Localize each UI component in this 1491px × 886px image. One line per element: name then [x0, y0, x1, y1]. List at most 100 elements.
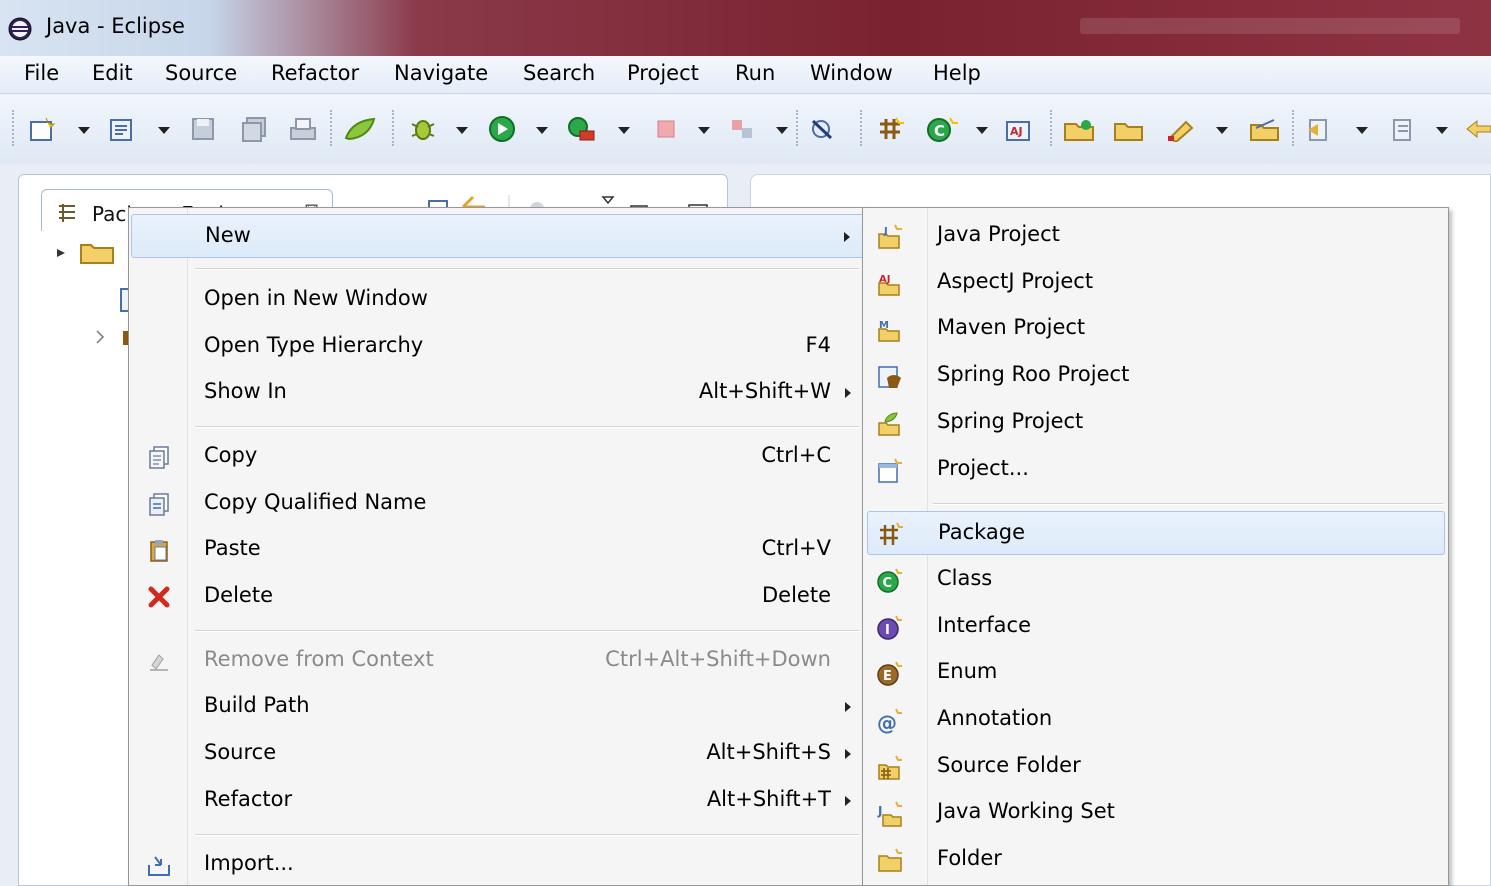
view-menu-icon[interactable] [601, 196, 615, 205]
menu-item-label: Remove from Context [204, 647, 434, 671]
new-aspect-icon[interactable]: AJ [1004, 116, 1038, 142]
new-wizard-icon[interactable] [28, 116, 56, 142]
next-annotation-icon[interactable] [1304, 116, 1336, 142]
project-tree-node[interactable] [55, 239, 115, 265]
copy-icon [149, 446, 169, 469]
back-icon[interactable] [1464, 116, 1491, 142]
menu-help[interactable]: Help [931, 61, 983, 85]
menu-item-label: Package [938, 520, 1026, 544]
menu-project[interactable]: Project [625, 61, 701, 85]
menu-navigate[interactable]: Navigate [392, 61, 490, 85]
expanded-arrow-icon [57, 249, 65, 257]
toolbar-separator [330, 110, 332, 146]
menu-item-label: Spring Roo Project [937, 362, 1130, 386]
spring-roo-project-icon [878, 366, 901, 388]
toolbar: C AJ [0, 94, 1491, 164]
context-menu-item-import[interactable]: Import... [131, 843, 865, 886]
context-menu: New Open in New Window Open Type Hierarc… [128, 207, 868, 886]
svg-text:AJ: AJ [1010, 125, 1023, 138]
context-menu-item-source[interactable]: Source Alt+Shift+S [131, 732, 865, 776]
submenu-arrow-icon [845, 749, 851, 759]
toolbar-separator [1050, 110, 1052, 146]
previous-annotation-dropdown-icon[interactable] [1436, 127, 1448, 134]
menu-item-shortcut: Alt+Shift+W [698, 379, 831, 403]
menu-item-label: Project... [937, 456, 1029, 480]
menu-edit[interactable]: Edit [90, 61, 135, 85]
toolbar-separator [392, 110, 394, 146]
open-task-icon[interactable] [1248, 116, 1282, 142]
debug-icon[interactable] [408, 116, 438, 142]
new-class-dropdown-icon[interactable] [976, 127, 988, 134]
submenu-item-package[interactable]: Package [867, 511, 1445, 555]
context-menu-item-open-in-new-window[interactable]: Open in New Window [131, 278, 865, 322]
previous-annotation-icon[interactable] [1388, 116, 1420, 142]
menu-item-label: Source Folder [937, 753, 1081, 777]
terminate-dropdown-icon[interactable] [698, 127, 710, 134]
menu-item-label: Open Type Hierarchy [204, 333, 424, 357]
pen-tool-icon[interactable] [1164, 116, 1200, 142]
connect-dropdown-icon[interactable] [776, 127, 788, 134]
submenu-item-aspectj-project[interactable]: AJ AspectJ Project [867, 261, 1445, 305]
context-menu-item-refactor[interactable]: Refactor Alt+Shift+T [131, 779, 865, 823]
submenu-item-java-working-set[interactable]: J Java Working Set [867, 791, 1445, 835]
skip-breakpoints-icon[interactable] [808, 116, 838, 142]
svg-text:C: C [934, 122, 945, 140]
context-menu-item-copy-qualified-name[interactable]: Copy Qualified Name [131, 482, 865, 526]
external-tools-dropdown-icon[interactable] [618, 127, 630, 134]
new-java-package-icon[interactable] [876, 116, 906, 142]
menu-item-shortcut: Ctrl+Alt+Shift+Down [605, 647, 831, 671]
menu-item-label: Folder [937, 846, 1002, 870]
context-menu-item-delete[interactable]: Delete Delete [131, 575, 865, 619]
submenu-item-interface[interactable]: I Interface [867, 605, 1445, 649]
terminate-icon[interactable] [654, 116, 680, 142]
menu-item-shortcut: Alt+Shift+S [706, 740, 831, 764]
next-annotation-dropdown-icon[interactable] [1356, 127, 1368, 134]
new-java-class-icon[interactable]: C [926, 116, 958, 142]
pen-dropdown-icon[interactable] [1216, 127, 1228, 134]
project-icon [878, 458, 902, 483]
new-java-project-icon[interactable] [108, 116, 136, 142]
context-menu-item-new[interactable]: New [131, 214, 865, 258]
menu-run[interactable]: Run [733, 61, 777, 85]
context-menu-item-paste[interactable]: Paste Ctrl+V [131, 528, 865, 572]
print-icon[interactable] [288, 116, 318, 142]
remove-from-context-icon [150, 654, 168, 671]
menu-window[interactable]: Window [808, 61, 895, 85]
context-menu-item-build-path[interactable]: Build Path [131, 685, 865, 729]
open-type-icon[interactable] [1062, 116, 1098, 142]
save-all-icon[interactable] [240, 116, 268, 142]
context-menu-item-copy[interactable]: Copy Ctrl+C [131, 435, 865, 479]
spring-project-icon [878, 412, 900, 436]
run-external-tools-icon[interactable] [566, 116, 600, 142]
submenu-item-project[interactable]: Project... [867, 448, 1445, 492]
menu-item-label: Copy Qualified Name [204, 490, 427, 514]
context-menu-item-open-type-hierarchy[interactable]: Open Type Hierarchy F4 [131, 325, 865, 369]
submenu-item-maven-project[interactable]: M Maven Project [867, 307, 1445, 351]
save-icon[interactable] [190, 116, 216, 142]
context-menu-item-show-in[interactable]: Show In Alt+Shift+W [131, 371, 865, 415]
menu-refactor[interactable]: Refactor [269, 61, 361, 85]
spring-leaf-icon[interactable] [343, 116, 377, 142]
enum-icon: E [877, 661, 902, 686]
new-dropdown-icon[interactable] [78, 127, 90, 134]
submenu-item-folder[interactable]: Folder [867, 838, 1445, 882]
menu-source[interactable]: Source [163, 61, 239, 85]
submenu-item-source-folder[interactable]: Source Folder [867, 745, 1445, 789]
debug-dropdown-icon[interactable] [456, 127, 468, 134]
submenu-item-spring-roo-project[interactable]: Spring Roo Project [867, 354, 1445, 398]
submenu-item-class[interactable]: C Class [867, 558, 1445, 602]
submenu-item-annotation[interactable]: @ Annotation [867, 698, 1445, 742]
menu-search[interactable]: Search [521, 61, 597, 85]
submenu-item-spring-project[interactable]: Spring Project [867, 401, 1445, 445]
new-java-project-dropdown-icon[interactable] [158, 127, 170, 134]
open-folder-icon[interactable] [1112, 116, 1146, 142]
menu-item-label: Maven Project [937, 315, 1086, 339]
menu-item-shortcut: F4 [805, 333, 831, 357]
submenu-item-java-project[interactable]: J Java Project [867, 214, 1445, 258]
run-dropdown-icon[interactable] [536, 127, 548, 134]
menu-item-label: Refactor [204, 787, 293, 811]
submenu-item-enum[interactable]: E Enum [867, 651, 1445, 695]
connect-icon[interactable] [728, 116, 758, 142]
run-icon[interactable] [488, 116, 518, 142]
menu-file[interactable]: File [22, 61, 61, 85]
